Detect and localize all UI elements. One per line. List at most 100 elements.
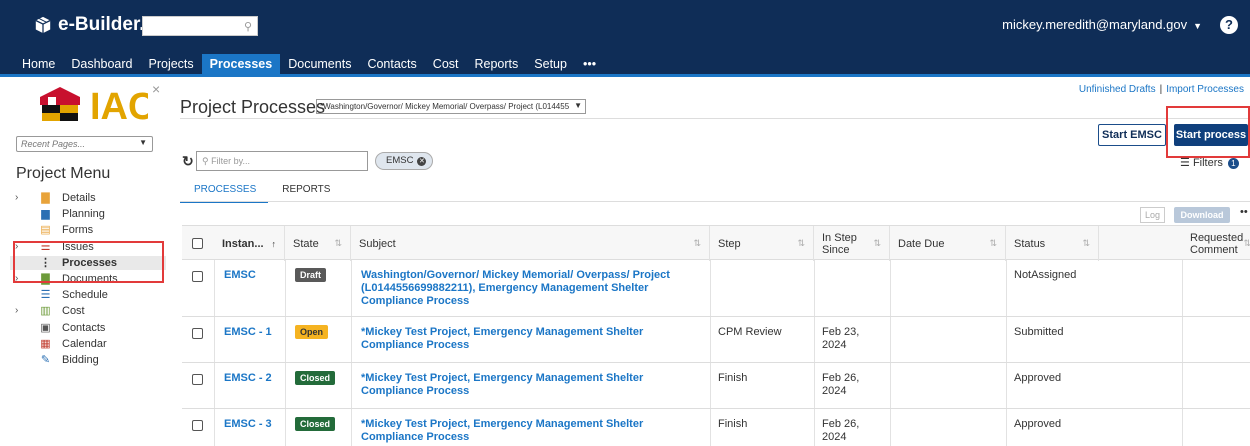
top-bar: e-Builder. ⚲ mickey.meredith@maryland.go… bbox=[0, 0, 1250, 54]
sort-icon[interactable]: ⇅ bbox=[334, 238, 342, 249]
column-header-instan[interactable]: Instan... ↑ bbox=[214, 226, 285, 261]
sidebar-item-details[interactable]: › ▇ Details bbox=[10, 191, 166, 205]
global-search-input[interactable]: ⚲ bbox=[142, 16, 258, 36]
sort-icon[interactable]: ⇅ bbox=[797, 238, 805, 249]
start-emsc-button[interactable]: Start EMSC bbox=[1098, 124, 1166, 146]
nav-tab-home[interactable]: Home bbox=[14, 54, 63, 74]
filter-chip[interactable]: EMSC ✕ bbox=[375, 152, 434, 170]
table-row[interactable]: EMSC Draft Washington/Governor/ Mickey Mem… bbox=[182, 260, 1250, 317]
subject-link[interactable]: *Mickey Test Project, Emergency Manageme… bbox=[361, 418, 704, 444]
column-divider bbox=[710, 260, 711, 316]
nav-tab-setup[interactable]: Setup bbox=[526, 54, 575, 74]
chevron-right-icon[interactable]: › bbox=[15, 304, 18, 318]
sidebar-item-cost[interactable]: › ▥ Cost bbox=[10, 304, 166, 318]
contacts-icon: ▣ bbox=[40, 321, 51, 334]
subject-link[interactable]: *Mickey Test Project, Emergency Manageme… bbox=[361, 326, 704, 352]
column-divider bbox=[351, 260, 352, 316]
sidebar-item-label: Bidding bbox=[62, 353, 99, 366]
help-icon[interactable]: ? bbox=[1220, 16, 1238, 34]
sort-icon[interactable]: ⇅ bbox=[1243, 238, 1250, 249]
table-row[interactable]: EMSC - 3 Closed *Mickey Test Project, Emer… bbox=[182, 409, 1250, 446]
title-divider bbox=[180, 118, 1250, 119]
instance-link[interactable]: EMSC bbox=[224, 269, 281, 282]
recent-pages-placeholder: Recent Pages... bbox=[21, 139, 86, 149]
row-checkbox[interactable] bbox=[192, 420, 203, 431]
column-header-label: Subject bbox=[359, 237, 396, 250]
column-header-step[interactable]: Step ⇅ bbox=[710, 226, 814, 261]
row-checkbox[interactable] bbox=[192, 374, 203, 385]
column-header-label: In Step Since bbox=[822, 231, 857, 256]
column-header-state[interactable]: State ⇅ bbox=[285, 226, 351, 261]
refresh-icon[interactable]: ↻ bbox=[182, 153, 194, 170]
table-header: Instan... ↑ State ⇅ Subject ⇅ Step ⇅ In Step Sin… bbox=[182, 225, 1250, 261]
select-all-checkbox[interactable] bbox=[192, 238, 203, 249]
more-icon[interactable]: •• bbox=[1240, 206, 1248, 218]
import-processes-link[interactable]: Import Processes bbox=[1166, 84, 1244, 95]
filter-input[interactable]: ⚲ Filter by... bbox=[196, 151, 368, 171]
column-divider bbox=[214, 363, 215, 408]
subject-link[interactable]: Washington/Governor/ Mickey Memorial/ Ov… bbox=[361, 269, 704, 308]
nav-tab-processes[interactable]: Processes bbox=[201, 54, 281, 74]
brand-logo[interactable]: e-Builder. bbox=[34, 14, 145, 36]
column-divider bbox=[1006, 363, 1007, 408]
sort-icon[interactable]: ⇅ bbox=[1082, 238, 1090, 249]
calendar-icon: ▦ bbox=[40, 337, 51, 350]
sidebar-item-planning[interactable]: ▆ Planning bbox=[10, 207, 166, 221]
download-button[interactable]: Download bbox=[1174, 207, 1230, 223]
table-row[interactable]: EMSC - 2 Closed *Mickey Test Project, Emer… bbox=[182, 363, 1250, 409]
sidebar-item-forms[interactable]: ▤ Forms bbox=[10, 223, 166, 237]
search-icon[interactable]: ⚲ bbox=[244, 20, 252, 33]
nav-tab-cost[interactable]: Cost bbox=[425, 54, 467, 74]
state-badge: Open bbox=[295, 325, 329, 339]
step-cell: Finish bbox=[718, 418, 748, 430]
row-checkbox[interactable] bbox=[192, 271, 203, 282]
table-row[interactable]: EMSC - 1 Open *Mickey Test Project, Emerge… bbox=[182, 317, 1250, 363]
step-cell: CPM Review bbox=[718, 326, 782, 338]
recent-pages-select[interactable]: Recent Pages... ▼ bbox=[16, 136, 153, 152]
remove-chip-icon[interactable]: ✕ bbox=[417, 157, 427, 166]
filters-toggle[interactable]: ☰ Filters 1 bbox=[1180, 156, 1239, 169]
nav-tab-more[interactable]: ••• bbox=[575, 54, 604, 74]
nav-tab-projects[interactable]: Projects bbox=[141, 54, 202, 74]
chevron-right-icon[interactable]: › bbox=[15, 191, 18, 205]
sidebar-item-schedule[interactable]: ☰ Schedule bbox=[10, 288, 166, 302]
unfinished-drafts-link[interactable]: Unfinished Drafts bbox=[1079, 84, 1156, 95]
column-header-label: State bbox=[293, 237, 319, 250]
column-header-date-due[interactable]: Date Due ⇅ bbox=[890, 226, 1006, 261]
row-checkbox[interactable] bbox=[192, 328, 203, 339]
column-header-subject[interactable]: Subject ⇅ bbox=[351, 226, 710, 261]
column-header-label: Step bbox=[718, 237, 741, 250]
sort-icon[interactable]: ⇅ bbox=[873, 238, 881, 249]
instance-link[interactable]: EMSC - 2 bbox=[224, 372, 281, 385]
user-menu[interactable]: mickey.meredith@maryland.gov ▼ bbox=[1002, 17, 1202, 32]
sort-icon[interactable]: ⇅ bbox=[693, 238, 701, 249]
state-badge: Draft bbox=[295, 268, 327, 282]
filter-placeholder: Filter by... bbox=[211, 156, 250, 166]
sort-icon[interactable]: ↑ bbox=[272, 239, 277, 249]
sidebar-item-bidding[interactable]: ✎ Bidding bbox=[10, 353, 166, 367]
column-divider bbox=[814, 363, 815, 408]
sidebar-item-calendar[interactable]: ▦ Calendar bbox=[10, 337, 166, 351]
column-header-requested-comment[interactable]: Requested Comment ⇅ bbox=[1182, 226, 1250, 261]
log-button[interactable]: Log bbox=[1140, 207, 1165, 223]
column-divider bbox=[285, 260, 286, 316]
close-icon[interactable]: × bbox=[152, 81, 160, 97]
subject-link[interactable]: *Mickey Test Project, Emergency Manageme… bbox=[361, 372, 704, 398]
column-header-status[interactable]: Status ⇅ bbox=[1006, 226, 1099, 261]
nav-tab-reports[interactable]: Reports bbox=[467, 54, 527, 74]
sidebar-item-label: Forms bbox=[62, 224, 94, 237]
chevron-down-icon: ▼ bbox=[1193, 21, 1202, 31]
sidebar-item-contacts[interactable]: ▣ Contacts bbox=[10, 321, 166, 335]
nav-tab-documents[interactable]: Documents bbox=[280, 54, 359, 74]
step-cell: Finish bbox=[718, 372, 748, 384]
column-header-label: Date Due bbox=[898, 237, 945, 250]
column-header-in-step-since[interactable]: In Step Since ⇅ bbox=[814, 226, 890, 261]
main-nav: Home Dashboard Projects Processes Documents C… bbox=[0, 54, 1250, 74]
instance-link[interactable]: EMSC - 1 bbox=[224, 326, 281, 339]
nav-tab-contacts[interactable]: Contacts bbox=[359, 54, 424, 74]
sort-icon[interactable]: ⇅ bbox=[989, 238, 997, 249]
nav-tab-dashboard[interactable]: Dashboard bbox=[63, 54, 140, 74]
column-divider bbox=[890, 260, 891, 316]
instance-link[interactable]: EMSC - 3 bbox=[224, 418, 281, 431]
project-select[interactable]: *Washington/Governor/ Mickey Memorial/ O… bbox=[316, 99, 586, 114]
